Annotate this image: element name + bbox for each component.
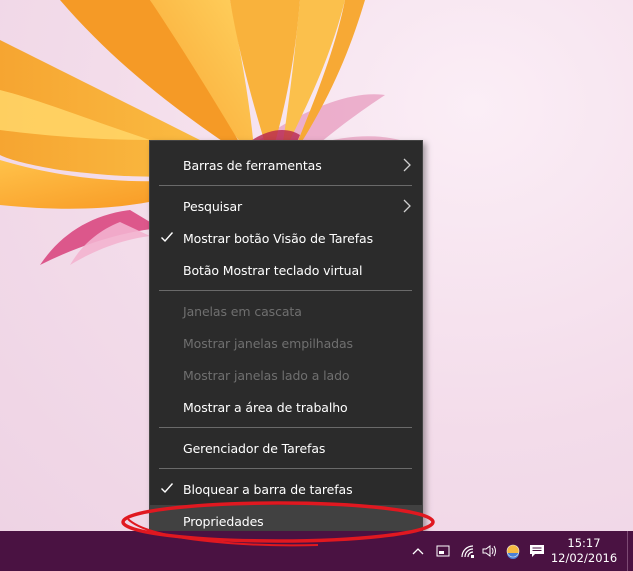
taskbar-clock[interactable]: 15:17 12/02/2016 (550, 531, 618, 571)
menu-separator (159, 185, 412, 186)
volume-icon[interactable] (480, 531, 500, 571)
menu-item-toolbars[interactable]: Barras de ferramentas (150, 149, 422, 181)
menu-item-label: Janelas em cascata (183, 303, 302, 319)
clock-time: 15:17 (567, 536, 601, 550)
clock-date: 12/02/2016 (550, 551, 618, 565)
menu-item-show-touch-keyboard-button[interactable]: Botão Mostrar teclado virtual (150, 254, 422, 286)
taskbar-context-menu: Barras de ferramentas Pesquisar Mostrar … (149, 140, 423, 544)
menu-item-label: Mostrar botão Visão de Tarefas (183, 230, 374, 246)
checkmark-icon (161, 483, 174, 494)
menu-item-task-manager[interactable]: Gerenciador de Tarefas (150, 432, 422, 464)
menu-item-cascade-windows: Janelas em cascata (150, 295, 422, 327)
menu-item-label: Mostrar janelas lado a lado (183, 367, 350, 383)
menu-item-label: Mostrar a área de trabalho (183, 399, 348, 415)
menu-item-label: Gerenciador de Tarefas (183, 440, 326, 456)
menu-item-label: Pesquisar (183, 198, 243, 214)
menu-item-lock-taskbar[interactable]: Bloquear a barra de tarefas (150, 473, 422, 505)
menu-item-label: Bloquear a barra de tarefas (183, 481, 353, 497)
chevron-up-icon[interactable] (408, 531, 428, 571)
menu-item-show-windows-side-by-side: Mostrar janelas lado a lado (150, 359, 422, 391)
input-indicator-icon[interactable] (432, 531, 454, 571)
menu-item-show-task-view-button[interactable]: Mostrar botão Visão de Tarefas (150, 222, 422, 254)
menu-item-label: Botão Mostrar teclado virtual (183, 262, 363, 278)
menu-item-show-desktop[interactable]: Mostrar a área de trabalho (150, 391, 422, 423)
menu-item-show-windows-stacked: Mostrar janelas empilhadas (150, 327, 422, 359)
chevron-right-icon (403, 158, 411, 172)
menu-separator (159, 427, 412, 428)
menu-item-label: Barras de ferramentas (183, 157, 322, 173)
menu-item-label: Mostrar janelas empilhadas (183, 335, 353, 351)
show-desktop-button[interactable] (627, 531, 633, 571)
chevron-right-icon (403, 199, 411, 213)
weather-icon[interactable] (502, 531, 524, 571)
checkmark-icon (161, 232, 174, 243)
menu-separator (159, 290, 412, 291)
taskbar: 15:17 12/02/2016 (0, 531, 633, 571)
menu-separator (159, 468, 412, 469)
wifi-icon[interactable] (456, 531, 480, 571)
action-center-icon[interactable] (526, 531, 548, 571)
menu-item-label: Propriedades (183, 513, 264, 529)
menu-item-search[interactable]: Pesquisar (150, 190, 422, 222)
